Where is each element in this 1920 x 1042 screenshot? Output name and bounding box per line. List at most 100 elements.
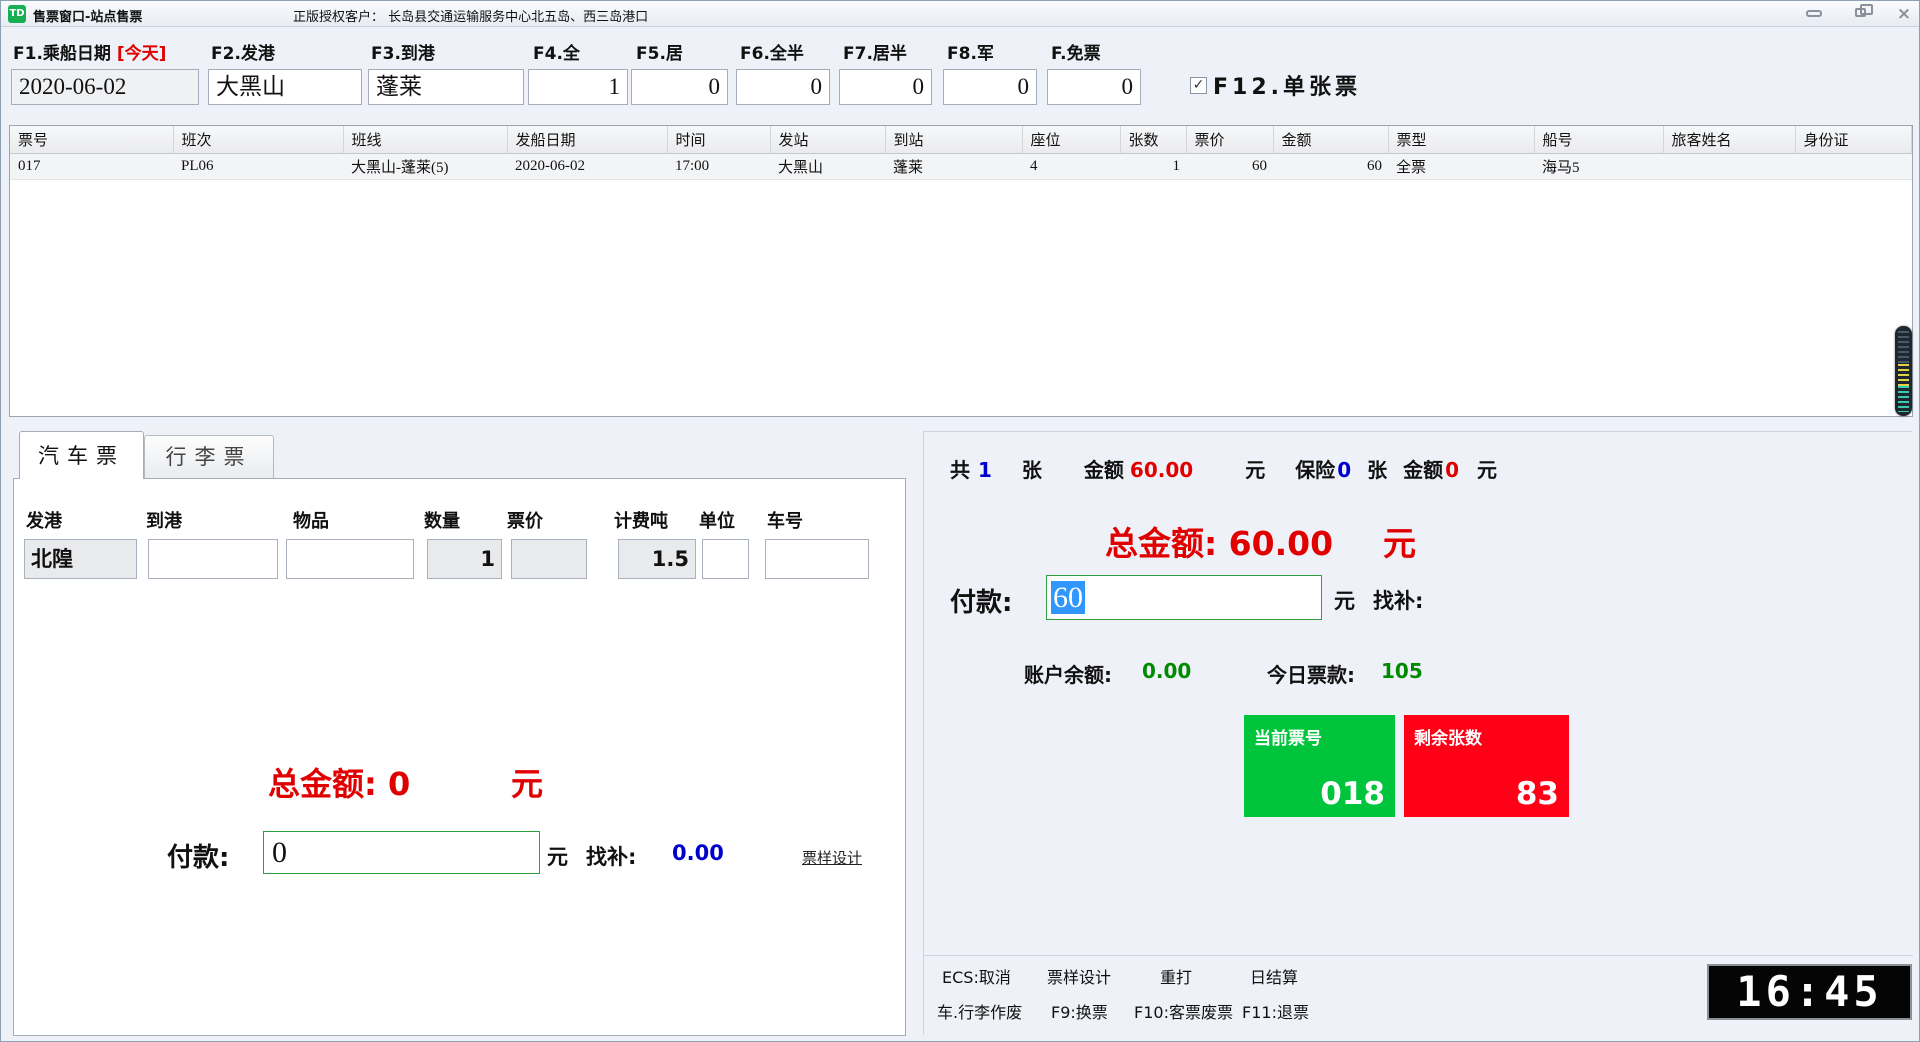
cell-route: 大黑山-蓬莱(5) <box>343 153 507 179</box>
cell-ticket-type: 全票 <box>1388 153 1534 179</box>
license-text: 正版授权客户： 长岛县交通运输服务中心北五岛、西三岛港口 <box>293 6 648 25</box>
label-goods: 物品 <box>293 507 329 533</box>
field-label-full: F4.全 <box>533 39 580 64</box>
indicator-teal-segment <box>1898 386 1909 412</box>
goods-input[interactable] <box>286 539 414 579</box>
remaining-tickets-box: 剩余张数 83 <box>1404 715 1569 817</box>
price-input[interactable] <box>511 539 587 579</box>
status-f9-exchange[interactable]: F9:换票 <box>1051 999 1108 1023</box>
left-change-label: 找补: <box>586 841 636 871</box>
current-ticket-label: 当前票号 <box>1254 724 1322 749</box>
col-from[interactable]: 发站 <box>770 126 885 153</box>
indicator-yellow-segment <box>1898 364 1909 386</box>
col-price[interactable]: 票价 <box>1186 126 1273 153</box>
depart-port-input[interactable]: 大黑山 <box>208 69 362 105</box>
col-sail-date[interactable]: 发船日期 <box>507 126 667 153</box>
status-reprint[interactable]: 重打 <box>1160 964 1192 988</box>
single-ticket-checkbox[interactable]: ✓ <box>1190 77 1207 94</box>
plate-input[interactable] <box>765 539 869 579</box>
status-esc-cancel[interactable]: ECS:取消 <box>942 964 1011 988</box>
app-icon: TD <box>8 5 26 23</box>
qty-input[interactable]: 1 <box>427 539 502 579</box>
status-void-car-luggage[interactable]: 车.行李作废 <box>937 999 1022 1023</box>
status-f10-void-ticket[interactable]: F10:客票废票 <box>1134 999 1233 1023</box>
arrive-port-input[interactable]: 蓬莱 <box>368 69 524 105</box>
right-total-amount: 总金额: 60.00 <box>1105 517 1333 565</box>
field-label-free-ticket: F.免票 <box>1051 39 1101 64</box>
sail-date-input[interactable]: 2020-06-02 <box>11 69 199 105</box>
current-ticket-value: 018 <box>1320 776 1385 812</box>
tab-luggage-ticket[interactable]: 行李票 <box>144 435 274 479</box>
tonnage-input[interactable]: 1.5 <box>618 539 696 579</box>
selected-text: 60 <box>1051 581 1085 614</box>
left-total-amount: 总金额: 0 <box>268 759 410 805</box>
right-change-label: 找补: <box>1373 585 1423 615</box>
label-price: 票价 <box>507 507 543 533</box>
cell-passenger <box>1663 153 1795 179</box>
summary-line: 共 1 张 金额 60.00 元 保险 0 张 金额 0 元 <box>950 454 1497 483</box>
payment-panel: 共 1 张 金额 60.00 元 保险 0 张 金额 0 元 总金额: 60.0… <box>923 431 1912 1035</box>
close-button[interactable]: × <box>1891 6 1917 22</box>
field-label-resident-half: F7.居半 <box>843 39 907 64</box>
insurance-currency: 元 <box>1477 454 1497 483</box>
tab-car-ticket[interactable]: 汽车票 <box>19 431 144 479</box>
military-count-input[interactable]: 0 <box>943 69 1037 105</box>
col-to[interactable]: 到站 <box>885 126 1022 153</box>
sail-date-label: F1.乘船日期 <box>13 44 111 64</box>
arrive-input[interactable] <box>148 539 278 579</box>
col-ticket-type[interactable]: 票型 <box>1388 126 1534 153</box>
col-passenger[interactable]: 旅客姓名 <box>1663 126 1795 153</box>
label-unit: 单位 <box>699 507 735 533</box>
ticket-design-link[interactable]: 票样设计 <box>802 847 862 868</box>
col-count[interactable]: 张数 <box>1120 126 1186 153</box>
resident-half-count-input[interactable]: 0 <box>839 69 932 105</box>
today-value: 105 <box>1381 659 1423 683</box>
insurance-amount: 0 <box>1445 458 1459 482</box>
close-icon: × <box>1891 6 1917 22</box>
remaining-tickets-label: 剩余张数 <box>1414 724 1482 749</box>
full-count-input[interactable]: 1 <box>528 69 628 105</box>
cell-to: 蓬莱 <box>885 153 1022 179</box>
status-f11-refund[interactable]: F11:退票 <box>1242 999 1309 1023</box>
title-bar: TD 售票窗口-站点售票 正版授权客户： 长岛县交通运输服务中心北五岛、西三岛港… <box>1 1 1919 27</box>
remaining-tickets-value: 83 <box>1516 776 1559 812</box>
balance-label: 账户余额: <box>1024 659 1112 688</box>
right-pay-input[interactable]: 60 <box>1046 575 1322 620</box>
scrollbar-indicator[interactable] <box>1895 326 1912 416</box>
field-label-resident: F5.居 <box>636 39 683 64</box>
balance-value: 0.00 <box>1142 659 1191 683</box>
depart-input[interactable]: 北隍 <box>24 539 137 579</box>
unit-input[interactable] <box>702 539 749 579</box>
resident-count-input[interactable]: 0 <box>631 69 728 105</box>
col-shift[interactable]: 班次 <box>173 126 343 153</box>
field-label-arrive-port: F3.到港 <box>371 39 435 64</box>
status-ticket-design[interactable]: 票样设计 <box>1047 964 1111 988</box>
free-ticket-count-input[interactable]: 0 <box>1047 69 1141 105</box>
cell-price: 60 <box>1186 153 1273 179</box>
digital-clock: 16:45 <box>1707 964 1912 1020</box>
ticket-grid: 票号 班次 班线 发船日期 时间 发站 到站 座位 张数 票价 金额 票型 船号… <box>9 125 1913 417</box>
full-half-count-input[interactable]: 0 <box>736 69 830 105</box>
col-route[interactable]: 班线 <box>343 126 507 153</box>
status-daily-settlement[interactable]: 日结算 <box>1250 964 1298 988</box>
sum-prefix: 共 <box>950 454 970 483</box>
cell-from: 大黑山 <box>770 153 885 179</box>
car-ticket-panel: 发港 到港 物品 数量 票价 计费吨 单位 车号 北隍 1 1.5 总金额: 0… <box>13 478 906 1036</box>
cell-count: 1 <box>1120 153 1186 179</box>
col-id-card[interactable]: 身份证 <box>1795 126 1912 153</box>
table-row[interactable]: 017 PL06 大黑山-蓬莱(5) 2020-06-02 17:00 大黑山 … <box>10 153 1912 179</box>
grid-header-row: 票号 班次 班线 发船日期 时间 发站 到站 座位 张数 票价 金额 票型 船号… <box>10 126 1912 153</box>
restore-button[interactable] <box>1847 6 1873 22</box>
left-pay-input[interactable]: 0 <box>263 831 540 874</box>
field-label-depart-port: F2.发港 <box>211 39 275 64</box>
insurance-label: 保险 <box>1295 454 1335 483</box>
col-seat[interactable]: 座位 <box>1022 126 1120 153</box>
field-label-full-half: F6.全半 <box>740 39 804 64</box>
cell-ticket-no: 017 <box>10 153 173 179</box>
minimize-button[interactable] <box>1801 6 1827 22</box>
col-ticket-no[interactable]: 票号 <box>10 126 173 153</box>
col-amount[interactable]: 金额 <box>1273 126 1388 153</box>
col-time[interactable]: 时间 <box>667 126 770 153</box>
field-label-military: F8.军 <box>947 39 994 64</box>
col-ship[interactable]: 船号 <box>1534 126 1663 153</box>
